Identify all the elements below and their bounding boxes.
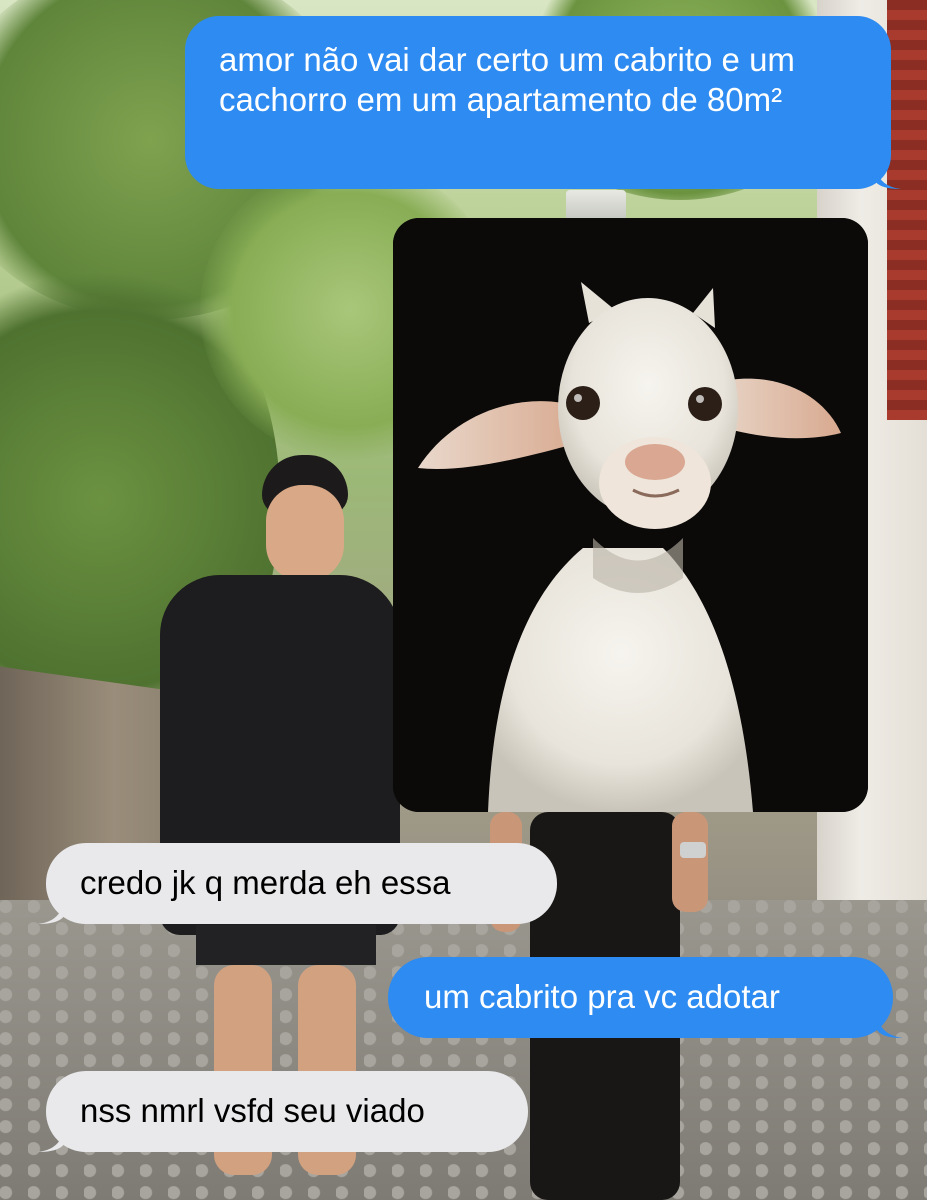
sent-message-bubble[interactable]: amor não vai dar certo um cabrito e um c… xyxy=(185,16,901,189)
bubble-tail-icon xyxy=(38,1128,64,1152)
sent-message-bubble[interactable]: um cabrito pra vc adotar xyxy=(388,957,903,1038)
message-text: um cabrito pra vc adotar xyxy=(424,978,780,1015)
bubble-tail-icon xyxy=(875,165,901,189)
sent-image-message[interactable] xyxy=(393,218,868,812)
message-text: amor não vai dar certo um cabrito e um c… xyxy=(219,41,795,118)
goat-photo xyxy=(393,218,868,812)
bubble-tail-icon xyxy=(877,1014,903,1038)
message-text: nss nmrl vsfd seu viado xyxy=(80,1092,425,1129)
bubble-tail-icon xyxy=(38,900,64,924)
received-message-bubble[interactable]: nss nmrl vsfd seu viado xyxy=(38,1071,528,1152)
window-shutter xyxy=(887,0,927,420)
received-message-bubble[interactable]: credo jk q merda eh essa xyxy=(38,843,557,924)
message-text: credo jk q merda eh essa xyxy=(80,864,451,901)
cobblestone-street xyxy=(0,900,927,1200)
